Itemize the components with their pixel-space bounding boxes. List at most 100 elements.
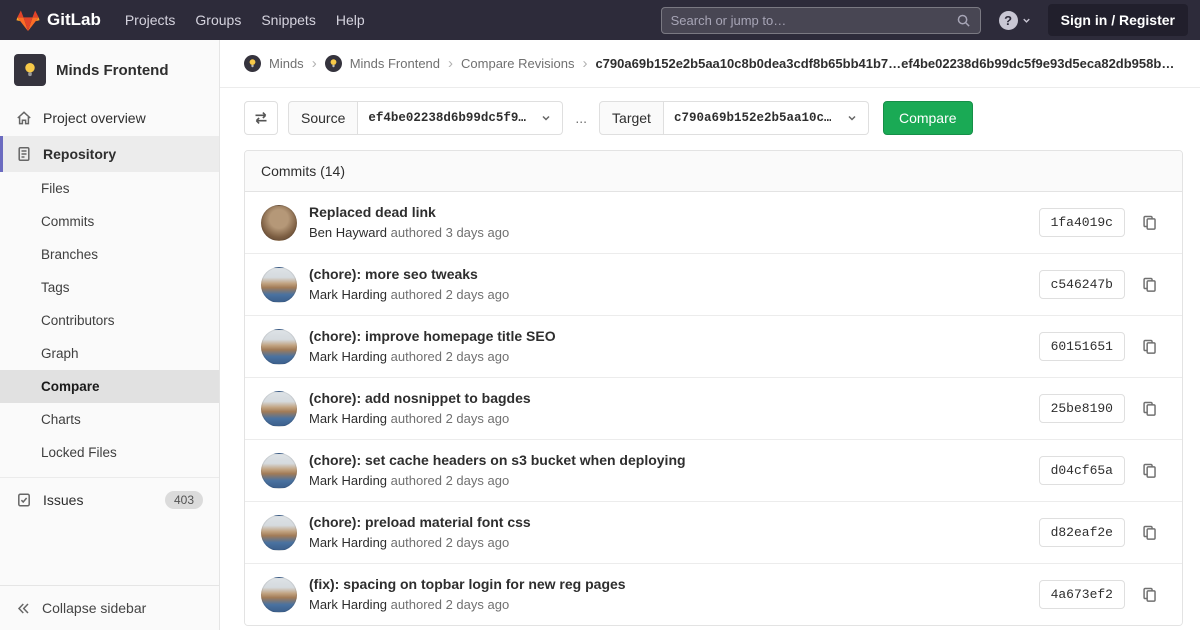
commit-title-link[interactable]: (chore): add nosnippet to bagdes [309, 388, 1039, 409]
search-icon [956, 13, 971, 28]
commit-row: (chore): more seo tweaks Mark Harding au… [245, 254, 1182, 316]
top-navbar: GitLab Projects Groups Snippets Help ? S… [0, 0, 1200, 40]
commit-meta: authored 2 days ago [391, 473, 510, 488]
sidebar-item-files[interactable]: Files [0, 172, 219, 205]
target-revision-value: c790a69b152e2b5aa10c… [674, 111, 832, 125]
author-avatar [261, 329, 297, 365]
commit-author-link[interactable]: Mark Harding [309, 349, 387, 364]
sidebar-item-label: Repository [43, 146, 116, 162]
commit-meta: authored 2 days ago [391, 349, 510, 364]
author-avatar [261, 453, 297, 489]
project-title: Minds Frontend [56, 62, 169, 79]
commit-author-link[interactable]: Ben Hayward [309, 225, 387, 240]
project-context-header[interactable]: Minds Frontend [0, 40, 219, 100]
lightbulb-icon [21, 61, 39, 79]
gitlab-home-link[interactable]: GitLab [16, 9, 101, 32]
sidebar-item-label: Project overview [43, 110, 146, 126]
global-search[interactable] [661, 7, 981, 34]
clipboard-icon [1141, 586, 1158, 603]
commit-title-link[interactable]: (chore): set cache headers on s3 bucket … [309, 450, 1039, 471]
commit-row: Replaced dead link Ben Hayward authored … [245, 192, 1182, 254]
commit-sha-link[interactable]: d04cf65a [1039, 456, 1125, 485]
nav-projects[interactable]: Projects [115, 0, 186, 40]
commit-title-link[interactable]: Replaced dead link [309, 202, 1039, 223]
clipboard-icon [1141, 338, 1158, 355]
chevron-down-icon [846, 112, 858, 124]
commits-panel-header: Commits (14) [245, 151, 1182, 192]
copy-sha-button[interactable] [1137, 272, 1162, 297]
copy-sha-button[interactable] [1137, 334, 1162, 359]
commit-row: (chore): set cache headers on s3 bucket … [245, 440, 1182, 502]
copy-sha-button[interactable] [1137, 520, 1162, 545]
breadcrumb-page-link[interactable]: Compare Revisions [461, 56, 574, 71]
commit-meta: authored 2 days ago [391, 287, 510, 302]
swap-arrows-icon [253, 110, 269, 126]
clipboard-icon [1141, 462, 1158, 479]
commit-sha-link[interactable]: c546247b [1039, 270, 1125, 299]
author-avatar [261, 515, 297, 551]
sidebar-item-contributors[interactable]: Contributors [0, 304, 219, 337]
gitlab-tanuki-logo-icon [16, 9, 40, 32]
copy-sha-button[interactable] [1137, 458, 1162, 483]
copy-sha-button[interactable] [1137, 582, 1162, 607]
commit-title-link[interactable]: (chore): more seo tweaks [309, 264, 1039, 285]
source-group: Source ef4be02238d6b99dc5f9… [288, 101, 563, 135]
search-input[interactable] [671, 13, 956, 28]
breadcrumb-project-link[interactable]: Minds Frontend [350, 56, 440, 71]
nav-groups[interactable]: Groups [185, 0, 251, 40]
commit-author-link[interactable]: Mark Harding [309, 535, 387, 550]
author-avatar [261, 391, 297, 427]
commit-author-link[interactable]: Mark Harding [309, 597, 387, 612]
breadcrumb-group-link[interactable]: Minds [269, 56, 304, 71]
sidebar-item-issues[interactable]: Issues 403 [0, 477, 219, 522]
chevron-down-icon [1021, 15, 1032, 26]
breadcrumb-separator: › [448, 55, 453, 72]
commit-meta: authored 2 days ago [391, 597, 510, 612]
commit-sha-link[interactable]: 60151651 [1039, 332, 1125, 361]
commit-row: (chore): improve homepage title SEO Mark… [245, 316, 1182, 378]
swap-revisions-button[interactable] [244, 101, 278, 135]
copy-sha-button[interactable] [1137, 210, 1162, 235]
sidebar-item-commits[interactable]: Commits [0, 205, 219, 238]
sidebar-item-compare[interactable]: Compare [0, 370, 219, 403]
sidebar-item-repository[interactable]: Repository [0, 136, 219, 172]
commit-sha-link[interactable]: 1fa4019c [1039, 208, 1125, 237]
clipboard-icon [1141, 524, 1158, 541]
commit-meta: authored 2 days ago [391, 411, 510, 426]
commit-sha-link[interactable]: d82eaf2e [1039, 518, 1125, 547]
copy-sha-button[interactable] [1137, 396, 1162, 421]
main-content: Minds › Minds Frontend › Compare Revisio… [220, 40, 1200, 630]
breadcrumb: Minds › Minds Frontend › Compare Revisio… [220, 40, 1200, 88]
commit-author-link[interactable]: Mark Harding [309, 411, 387, 426]
commit-title-link[interactable]: (chore): preload material font css [309, 512, 1039, 533]
double-chevron-left-icon [16, 601, 31, 616]
sign-in-register-button[interactable]: Sign in / Register [1048, 4, 1188, 36]
sidebar-item-project-overview[interactable]: Project overview [0, 100, 219, 136]
collapse-sidebar-button[interactable]: Collapse sidebar [0, 585, 219, 630]
commit-sha-link[interactable]: 4a673ef2 [1039, 580, 1125, 609]
sidebar-item-graph[interactable]: Graph [0, 337, 219, 370]
commit-title-link[interactable]: (chore): improve homepage title SEO [309, 326, 1039, 347]
commit-author-link[interactable]: Mark Harding [309, 473, 387, 488]
target-revision-dropdown[interactable]: c790a69b152e2b5aa10c… [664, 101, 869, 135]
source-revision-dropdown[interactable]: ef4be02238d6b99dc5f9… [358, 101, 563, 135]
sidebar-item-branches[interactable]: Branches [0, 238, 219, 271]
commit-meta: authored 3 days ago [391, 225, 510, 240]
help-menu-button[interactable]: ? [999, 11, 1032, 30]
nav-snippets[interactable]: Snippets [251, 0, 325, 40]
commit-meta: authored 2 days ago [391, 535, 510, 550]
commit-sha-link[interactable]: 25be8190 [1039, 394, 1125, 423]
compare-button[interactable]: Compare [883, 101, 973, 135]
question-mark-icon: ? [999, 11, 1018, 30]
nav-help[interactable]: Help [326, 0, 375, 40]
sidebar-item-tags[interactable]: Tags [0, 271, 219, 304]
group-avatar [244, 55, 261, 72]
project-mini-avatar [325, 55, 342, 72]
commit-author-link[interactable]: Mark Harding [309, 287, 387, 302]
commit-title-link[interactable]: (fix): spacing on topbar login for new r… [309, 574, 1039, 595]
issues-count-badge: 403 [165, 491, 203, 509]
sidebar-item-charts[interactable]: Charts [0, 403, 219, 436]
target-label: Target [599, 101, 664, 135]
commits-panel: Commits (14) Replaced dead link Ben Hayw… [244, 150, 1183, 626]
sidebar-item-locked-files[interactable]: Locked Files [0, 436, 219, 469]
